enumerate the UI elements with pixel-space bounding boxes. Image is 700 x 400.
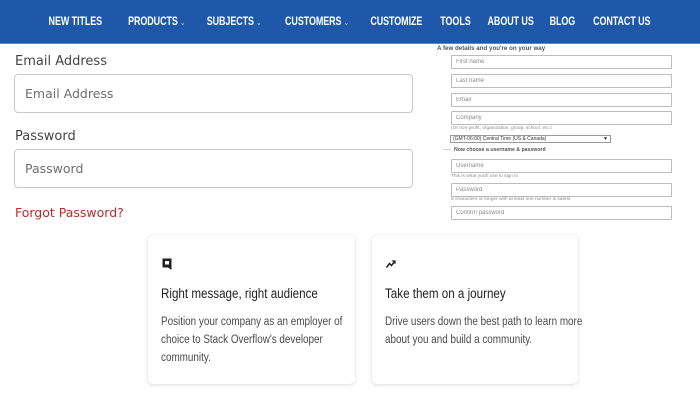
nav-item-label: CONTACT US <box>593 15 651 28</box>
card-title: Take them on a journey <box>385 286 506 301</box>
card-body-line: choice to Stack Overflow's developer <box>161 334 323 346</box>
nav-item-new-titles[interactable]: NEW TITLES <box>49 16 103 28</box>
nav-item-label: TOOLS <box>440 15 471 28</box>
section-divider <box>443 149 451 150</box>
password-label: Password <box>15 129 76 144</box>
feature-card: Take them on a journey Drive users down … <box>372 235 583 384</box>
signup-form: A few details and you're on your way (Or… <box>430 44 700 220</box>
company-hint: (Or non-profit, organization, group, sch… <box>451 126 552 131</box>
username-field[interactable] <box>451 159 672 173</box>
chevron-down-icon: ⌄ <box>343 17 349 27</box>
nav-item-tools[interactable]: TOOLS <box>440 16 470 28</box>
account-subheading: Now choose a username & password <box>454 147 546 153</box>
nav-item-about-us[interactable]: ABOUT US <box>488 16 534 28</box>
signup-email-field[interactable] <box>451 93 672 107</box>
nav-item-customers[interactable]: CUSTOMERS ⌄ <box>285 16 349 28</box>
email-field[interactable] <box>14 74 413 113</box>
nav-item-label: SUBJECTS <box>207 15 255 28</box>
nav-item-subjects[interactable]: SUBJECTS ⌄ <box>207 16 262 28</box>
card-body-line: about you and build a community. <box>385 334 533 346</box>
last-name-field[interactable] <box>451 74 672 88</box>
card-title: Right message, right audience <box>161 286 318 301</box>
top-nav: NEW TITLES PRODUCTS ⌄ SUBJECTS ⌄ CUSTOMERS… <box>0 0 700 43</box>
card-body: Drive users down the best path to learn … <box>385 313 583 349</box>
nav-item-blog[interactable]: BLOG <box>550 16 576 28</box>
nav-item-label: CUSTOMIZE <box>370 15 423 28</box>
confirm-password-field[interactable] <box>451 206 672 220</box>
signup-heading: A few details and you're on your way <box>437 45 546 52</box>
card-body: Position your company as an employer of … <box>161 313 342 367</box>
nav-item-contact-us[interactable]: CONTACT US <box>593 16 650 28</box>
message-square-icon <box>162 258 172 270</box>
card-body-line: Position your company as an employer of <box>161 316 343 328</box>
feature-card: Right message, right audience Position y… <box>148 235 355 384</box>
password-hint: 8 characters or longer with at least one… <box>451 197 571 202</box>
nav-item-label: BLOG <box>549 15 576 28</box>
trending-up-icon <box>386 260 396 268</box>
nav-item-customize[interactable]: CUSTOMIZE <box>371 16 423 28</box>
first-name-field[interactable] <box>451 55 672 69</box>
forgot-password-link[interactable]: Forgot Password? <box>15 205 124 220</box>
nav-item-label: ABOUT US <box>487 15 534 28</box>
chevron-down-icon: ⌄ <box>180 17 186 27</box>
timezone-select[interactable]: (GMT-06:00) Central Time (US & Canada) ▼ <box>450 135 611 143</box>
email-label: Email Address <box>15 54 107 69</box>
nav-item-label: NEW TITLES <box>48 15 103 28</box>
timezone-selected-value: (GMT-06:00) Central Time (US & Canada) <box>453 136 547 142</box>
username-hint: This is what you'll use to sign in <box>451 174 519 179</box>
nav-item-products[interactable]: PRODUCTS ⌄ <box>128 16 185 28</box>
chevron-down-icon: ▼ <box>603 136 608 142</box>
chevron-down-icon: ⌄ <box>256 17 262 27</box>
nav-item-label: CUSTOMERS <box>284 15 342 28</box>
card-body-line: Drive users down the best path to learn … <box>385 316 583 328</box>
nav-item-label: PRODUCTS <box>128 15 178 28</box>
login-panel: Email Address Password Forgot Password? <box>0 44 425 220</box>
card-body-line: community. <box>161 352 211 364</box>
password-field[interactable] <box>14 149 413 188</box>
company-field[interactable] <box>451 111 672 125</box>
signup-password-field[interactable] <box>451 183 672 197</box>
